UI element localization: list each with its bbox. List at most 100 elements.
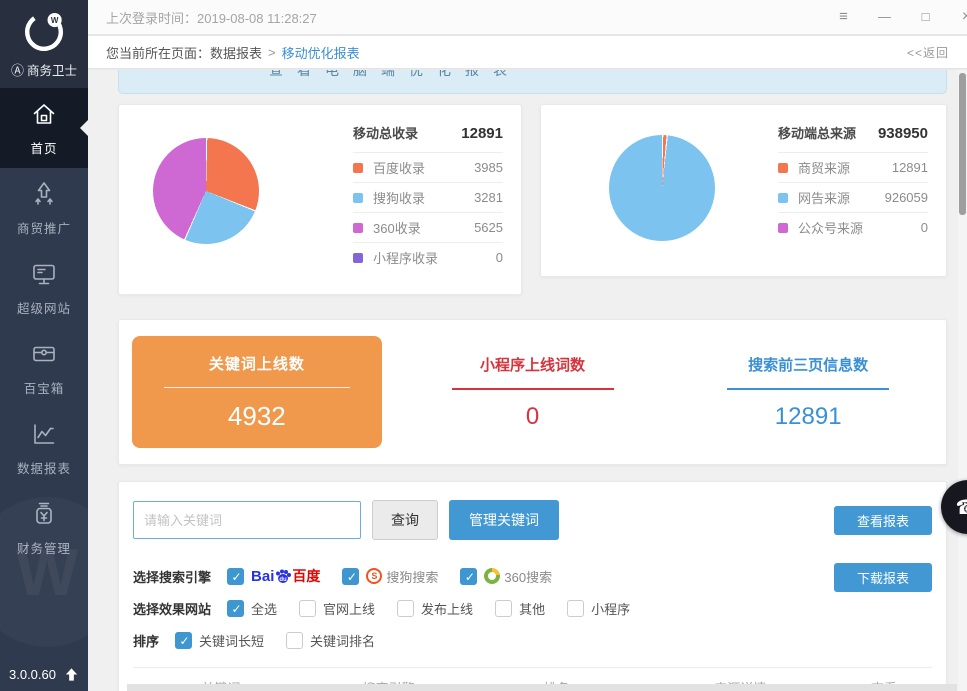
sort-option-label: 关键词排名 (310, 631, 375, 650)
site-option-all[interactable]: 全选 (227, 599, 277, 618)
site-option-label: 发布上线 (421, 599, 473, 618)
checkbox-other[interactable] (495, 600, 512, 617)
scrollbar-track[interactable] (958, 70, 967, 691)
site-option-other[interactable]: 其他 (495, 599, 545, 618)
keyword-input[interactable] (133, 501, 361, 539)
legend-label: 搜狗收录 (373, 188, 425, 207)
sidebar-item-reports[interactable]: 数据报表 (0, 408, 88, 488)
sort-filter-row: 排序 关键词长短 关键词排名 (133, 631, 932, 650)
legend-row: 公众号来源 0 (778, 212, 928, 242)
page-content: 查看电脑端优化报表 移动总收录 12891 百度收录 3985 (88, 70, 958, 691)
included-chart-card: 移动总收录 12891 百度收录 3985 搜狗收录 3281 (118, 104, 522, 295)
swatch-baidu (353, 163, 363, 173)
site-filter-label: 选择效果网站 (133, 599, 211, 618)
legend-label: 百度收录 (373, 158, 425, 177)
maximize-icon[interactable]: □ (905, 0, 946, 35)
logo-letter: W (51, 16, 59, 25)
checkbox-official[interactable] (299, 600, 316, 617)
breadcrumb-prefix: 您当前所在页面：数据报表 (106, 43, 262, 62)
checkbox-publish[interactable] (397, 600, 414, 617)
brand-label: 商务卫士 (27, 60, 77, 79)
site-filter-row: 选择效果网站 全选 官网上线 发布上线 其他 (133, 599, 932, 618)
engine-baidu-option[interactable]: Bai du 百度 (227, 566, 320, 586)
legend-row: 网告来源 926059 (778, 182, 928, 212)
legend-row: 搜狗收录 3281 (353, 182, 503, 212)
stat-value: 12891 (775, 403, 842, 431)
version-label: 3.0.0.60 (9, 667, 56, 682)
promotion-icon (29, 179, 59, 209)
legend-label: 网告来源 (798, 188, 850, 207)
legend-label: 商贸来源 (798, 158, 850, 177)
app-window: W Ⓐ 商务卫士 首页 商贸推广 (0, 0, 967, 691)
back-link[interactable]: <<返回 (907, 44, 949, 61)
sidebar-item-website[interactable]: 超级网站 (0, 248, 88, 328)
sort-option-rank[interactable]: 关键词排名 (286, 631, 375, 650)
search-card: 查询 管理关键词 查看报表 下载报表 选择搜索引擎 Bai (118, 481, 947, 691)
minimize-icon[interactable]: — (864, 0, 905, 35)
info-banner-text: 查看电脑端优化报表 (269, 70, 521, 80)
legend-row: 百度收录 3985 (353, 152, 503, 182)
legend-title: 移动端总来源 (778, 123, 856, 142)
source-chart-card: 移动端总来源 938950 商贸来源 12891 网告来源 926059 (540, 104, 947, 277)
breadcrumb: 您当前所在页面：数据报表 > 移动优化报表 <<返回 (88, 36, 967, 68)
manage-keywords-button[interactable]: 管理关键词 (449, 500, 559, 540)
view-report-button[interactable]: 查看报表 (834, 506, 932, 535)
legend-value: 3281 (474, 190, 503, 205)
360-logo-icon (484, 568, 500, 584)
table-header-clip-band (127, 684, 957, 691)
sort-option-length[interactable]: 关键词长短 (175, 631, 264, 650)
engine-filter-label: 选择搜索引擎 (133, 567, 211, 586)
site-option-miniprogram[interactable]: 小程序 (567, 599, 630, 618)
brand-badge-icon: Ⓐ (11, 60, 24, 79)
window-controls: ≡ — □ × (823, 0, 967, 35)
legend-row: 商贸来源 12891 (778, 152, 928, 182)
checkbox-360[interactable] (460, 568, 477, 585)
sidebar-item-promotion[interactable]: 商贸推广 (0, 168, 88, 248)
stat-miniprogram-words: 小程序上线词数 0 (395, 354, 671, 431)
scrollbar-thumb[interactable] (959, 73, 966, 215)
close-icon[interactable]: × (946, 0, 967, 35)
app-logo-icon: W (21, 9, 67, 55)
checkbox-miniprogram[interactable] (567, 600, 584, 617)
window-menu-icon[interactable]: ≡ (823, 0, 864, 35)
stat-label: 关键词上线数 (209, 353, 305, 374)
checkbox-baidu[interactable] (227, 568, 244, 585)
stat-value: 4932 (228, 401, 286, 432)
stats-card: 关键词上线数 4932 小程序上线词数 0 搜索前三页信息数 12891 (118, 319, 947, 465)
brand-area: W Ⓐ 商务卫士 (0, 0, 88, 88)
checkbox-length[interactable] (175, 632, 192, 649)
swatch-sogou (353, 193, 363, 203)
legend-value: 5625 (474, 220, 503, 235)
site-option-label: 全选 (251, 599, 277, 618)
swatch-360 (353, 223, 363, 233)
legend-value: 0 (496, 250, 503, 265)
sidebar: W Ⓐ 商务卫士 首页 商贸推广 (0, 0, 88, 691)
query-button[interactable]: 查询 (372, 500, 438, 540)
site-option-publish[interactable]: 发布上线 (397, 599, 473, 618)
download-report-button[interactable]: 下载报表 (834, 563, 932, 592)
sidebar-menu: 首页 商贸推广 超级网站 (0, 88, 88, 568)
stat-orange-box: 关键词上线数 4932 (132, 336, 382, 448)
stat-divider (164, 387, 350, 388)
engine-360-option[interactable]: 360搜索 (460, 567, 552, 586)
checkbox-rank[interactable] (286, 632, 303, 649)
info-banner: 查看电脑端优化报表 (118, 70, 947, 94)
sidebar-item-toolbox[interactable]: 百宝箱 (0, 328, 88, 408)
version-row: 3.0.0.60 (0, 667, 88, 682)
sidebar-item-home[interactable]: 首页 (0, 88, 88, 168)
checkbox-all[interactable] (227, 600, 244, 617)
legend-header: 移动端总来源 938950 (778, 123, 928, 152)
toolbox-icon (29, 339, 59, 369)
engine-sogou-option[interactable]: S 搜狗搜索 (342, 567, 438, 586)
stat-divider (452, 388, 614, 390)
site-option-official[interactable]: 官网上线 (299, 599, 375, 618)
checkbox-sogou[interactable] (342, 568, 359, 585)
last-login-text: 上次登录时间：2019-08-08 11:28:27 (106, 8, 317, 27)
included-legend: 移动总收录 12891 百度收录 3985 搜狗收录 3281 (353, 123, 503, 272)
site-option-label: 官网上线 (323, 599, 375, 618)
site-option-label: 其他 (519, 599, 545, 618)
legend-value: 12891 (892, 160, 928, 175)
legend-label: 360收录 (373, 218, 421, 237)
breadcrumb-current[interactable]: 移动优化报表 (282, 43, 360, 62)
update-arrow-icon[interactable] (64, 667, 79, 682)
